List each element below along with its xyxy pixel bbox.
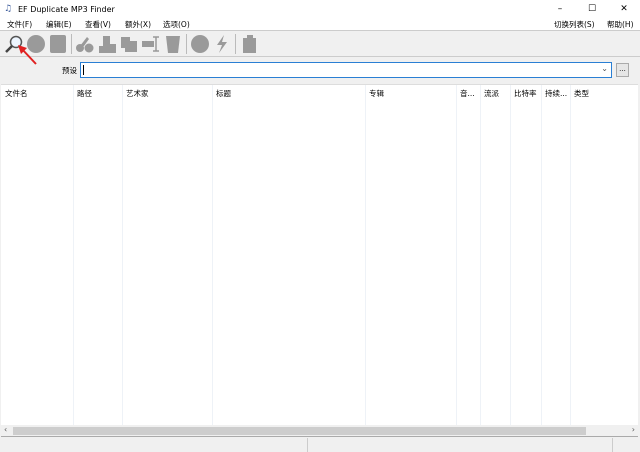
scrollbar-thumb[interactable] [13,427,586,435]
menu-edit[interactable]: 编辑(E) [46,19,72,30]
rename-icon [142,35,159,52]
maximize-button[interactable]: ☐ [576,0,608,18]
column-header-genre[interactable]: 流派 [480,85,510,99]
copy-button[interactable] [96,33,118,55]
paste-icon [121,36,137,52]
document-icon [50,34,66,53]
text-caret [83,65,84,75]
copy-icon [99,35,116,53]
menu-view[interactable]: 查看(V) [85,19,111,30]
column-header-track[interactable]: 音... [456,85,480,99]
delete-button[interactable] [162,33,184,55]
minimize-button[interactable]: – [544,0,576,18]
column-header-bitrate[interactable]: 比特率 [510,85,541,99]
column-divider [365,85,366,425]
scroll-left-icon[interactable]: ‹ [4,425,7,434]
stop-icon [191,34,209,53]
trash-icon [166,35,180,53]
column-divider [510,85,511,425]
window-title: EF Duplicate MP3 Finder [18,4,115,14]
column-divider [541,85,542,425]
menu-file[interactable]: 文件(F) [7,19,32,30]
tag-button[interactable] [238,33,260,55]
file-list[interactable]: 文件名 路径 艺术家 标题 专辑 音... 流派 比特率 持续... 类型 [1,84,638,425]
column-header-artist[interactable]: 艺术家 [122,85,212,99]
menu-extra[interactable]: 额外(X) [125,19,151,30]
toolbar-separator [186,33,187,54]
toolbar [0,31,640,57]
chevron-down-icon[interactable]: ⌄ [601,64,608,73]
circle-button[interactable] [189,33,211,55]
status-divider [307,438,308,452]
menu-switch-list[interactable]: 切换列表(S) [554,19,595,30]
column-divider [73,85,74,425]
preset-row: 预设 ⌄ ... [0,62,640,78]
column-header-duration[interactable]: 持续... [541,85,570,99]
title-bar: ♫ EF Duplicate MP3 Finder – ☐ ✕ [0,0,640,18]
column-divider [456,85,457,425]
column-divider [570,85,571,425]
scroll-right-icon[interactable]: › [632,425,635,434]
column-header-filename[interactable]: 文件名 [1,85,73,99]
status-divider [612,438,613,452]
app-logo-icon: ♫ [4,4,13,14]
column-header-path[interactable]: 路径 [73,85,122,99]
menu-help[interactable]: 帮助(H) [607,19,634,30]
menu-options[interactable]: 选项(O) [163,19,190,30]
toolbar-separator [235,33,236,54]
flash-icon [217,34,227,53]
paste-button[interactable] [118,33,140,55]
toolbar-separator [71,33,72,54]
cut-button[interactable] [74,33,96,55]
close-button[interactable]: ✕ [608,0,640,18]
status-bar [0,438,640,452]
preset-combobox[interactable]: ⌄ [80,62,612,78]
preset-label: 预设 [62,66,77,75]
column-header-album[interactable]: 专辑 [365,85,456,99]
flash-button[interactable] [211,33,233,55]
column-divider [122,85,123,425]
tag-icon [243,34,256,53]
preset-more-button[interactable]: ... [616,63,629,77]
column-divider [212,85,213,425]
horizontal-scrollbar[interactable]: ‹ › [1,425,638,437]
column-header-title[interactable]: 标题 [212,85,365,99]
column-divider [480,85,481,425]
cut-icon [76,36,94,52]
rename-button[interactable] [140,33,162,55]
menu-bar: 文件(F) 编辑(E) 查看(V) 额外(X) 选项(O) 切换列表(S) 帮助… [0,18,640,31]
column-header-type[interactable]: 类型 [570,85,610,99]
document-button[interactable] [47,33,69,55]
